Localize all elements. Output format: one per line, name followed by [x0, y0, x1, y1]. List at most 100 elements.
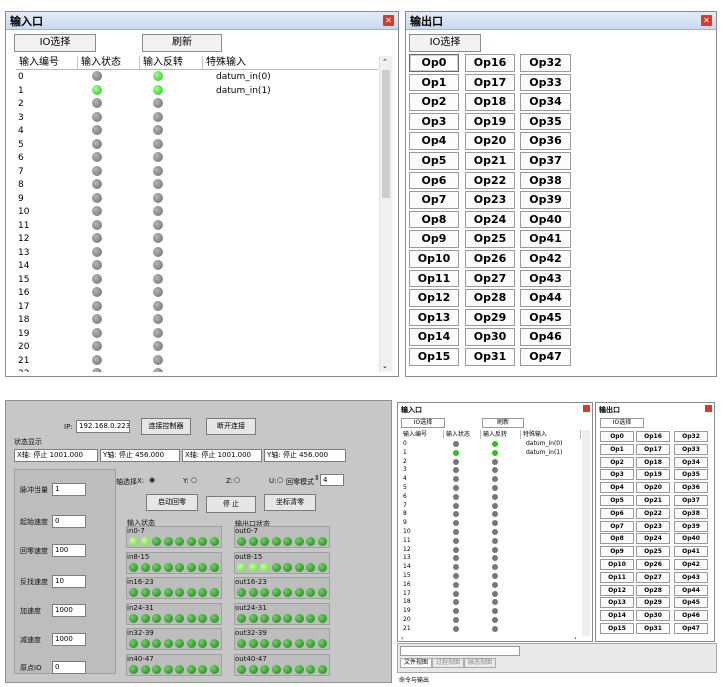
input-invert-led[interactable]	[153, 233, 163, 243]
mini-scrollbar[interactable]	[582, 430, 590, 636]
output-button[interactable]: Op3	[600, 469, 634, 481]
input-invert-led[interactable]	[153, 314, 163, 324]
table-row[interactable]: 13	[401, 554, 581, 563]
table-row[interactable]: 0 datum_in(0)	[401, 440, 581, 449]
output-button[interactable]: Op19	[465, 112, 515, 131]
table-row[interactable]: 12	[401, 546, 581, 555]
table-row[interactable]: 9	[401, 519, 581, 528]
input-invert-led[interactable]	[153, 125, 163, 135]
output-button[interactable]: Op28	[465, 289, 515, 307]
input-invert-led[interactable]	[153, 111, 163, 122]
output-button[interactable]: Op36	[520, 132, 571, 150]
table-row[interactable]: 18	[401, 598, 581, 607]
table-row[interactable]: 8	[16, 179, 378, 193]
table-row[interactable]: 13	[16, 246, 378, 261]
table-row[interactable]: 1 datum_in(1)	[16, 84, 378, 99]
table-row[interactable]: 19	[401, 607, 581, 616]
output-button[interactable]: Op27	[465, 269, 515, 288]
table-row[interactable]: 5	[401, 484, 581, 493]
input-table-scrollbar[interactable]: ⌃ ⌄	[379, 56, 392, 372]
table-row[interactable]: 14	[401, 563, 581, 572]
output-button[interactable]: Op47	[674, 623, 708, 634]
output-button[interactable]: Op37	[520, 152, 571, 170]
output-button[interactable]: Op35	[674, 469, 708, 481]
column-header[interactable]: 特殊输入	[521, 430, 581, 439]
output-button[interactable]: Op6	[409, 171, 459, 190]
radio-icon[interactable]: ○	[234, 476, 240, 484]
table-row[interactable]: 7	[401, 502, 581, 511]
home-mode-input[interactable]: 4	[320, 474, 344, 486]
output-button[interactable]: Op10	[600, 559, 634, 570]
output-button[interactable]: Op13	[600, 597, 634, 609]
input-invert-led[interactable]	[153, 327, 163, 338]
input-invert-led[interactable]	[492, 546, 498, 553]
table-row[interactable]: 12	[16, 233, 378, 247]
output-button[interactable]: Op6	[600, 507, 634, 519]
input-invert-led[interactable]	[492, 449, 498, 456]
input-invert-led[interactable]	[153, 152, 163, 162]
table-row[interactable]: 16	[16, 287, 378, 301]
input-invert-led[interactable]	[492, 625, 498, 632]
output-button[interactable]: Op20	[636, 482, 670, 494]
input-invert-led[interactable]	[153, 246, 163, 257]
output-button[interactable]: Op7	[409, 191, 459, 209]
output-button[interactable]: Op46	[674, 610, 708, 622]
table-row[interactable]: 11	[16, 219, 378, 234]
output-button[interactable]: Op42	[674, 559, 708, 570]
input-invert-led[interactable]	[492, 467, 498, 474]
refresh-button[interactable]: 刷新	[142, 34, 222, 52]
stop-button[interactable]: 停 止	[206, 496, 256, 513]
output-button[interactable]: Op17	[636, 443, 670, 455]
output-button[interactable]: Op1	[409, 73, 459, 92]
table-row[interactable]: 10	[401, 528, 581, 537]
table-row[interactable]: 11	[401, 537, 581, 546]
output-button[interactable]: Op5	[409, 152, 459, 170]
table-row[interactable]: 6	[16, 152, 378, 166]
table-row[interactable]: 21	[16, 354, 378, 369]
output-button[interactable]: Op0	[600, 431, 634, 442]
output-button[interactable]: Op27	[636, 571, 670, 583]
input-invert-led[interactable]	[153, 206, 163, 216]
output-button[interactable]: Op32	[520, 54, 571, 72]
scroll-down-icon[interactable]: ⌄	[382, 362, 388, 370]
ip-input[interactable]: 192.168.0.223	[76, 420, 130, 433]
radio-icon[interactable]: ○	[191, 476, 197, 484]
input-invert-led[interactable]	[153, 354, 163, 365]
axis-u[interactable]: U:	[269, 477, 276, 485]
column-header[interactable]: 输入反转	[481, 430, 521, 439]
output-button[interactable]: Op19	[636, 469, 670, 481]
output-button[interactable]: Op30	[636, 610, 670, 622]
input-invert-led[interactable]	[153, 84, 163, 95]
output-button[interactable]: Op17	[465, 73, 515, 92]
output-button[interactable]: Op18	[465, 93, 515, 111]
scrollbar-thumb[interactable]	[382, 70, 390, 198]
output-button[interactable]: Op23	[636, 520, 670, 532]
table-row[interactable]: 17	[16, 300, 378, 315]
radio-selected-icon[interactable]: ◉	[149, 476, 155, 484]
output-button[interactable]: Op34	[674, 456, 708, 468]
table-row[interactable]: 4	[16, 125, 378, 139]
output-button[interactable]: Op3	[409, 112, 459, 131]
output-button[interactable]: Op11	[600, 571, 634, 583]
output-button[interactable]: Op4	[409, 132, 459, 150]
output-button[interactable]: Op12	[409, 289, 459, 307]
output-button[interactable]: Op20	[465, 132, 515, 150]
output-button[interactable]: Op13	[409, 308, 459, 327]
input-invert-led[interactable]	[153, 300, 163, 311]
column-header[interactable]: 输入状态	[444, 430, 481, 439]
tab-2[interactable]: 脉态视图	[464, 658, 497, 668]
output-button[interactable]: Op0	[409, 54, 459, 72]
input-invert-led[interactable]	[492, 458, 498, 465]
disconnect-button[interactable]: 断开连接	[206, 418, 256, 435]
output-button[interactable]: Op41	[674, 546, 708, 558]
output-button[interactable]: Op31	[465, 348, 515, 366]
column-header[interactable]: 特殊输入	[203, 56, 378, 69]
output-button[interactable]: Op7	[600, 520, 634, 532]
param-input[interactable]: 1	[52, 483, 86, 496]
output-button[interactable]: Op29	[465, 308, 515, 327]
output-button[interactable]: Op14	[600, 610, 634, 622]
input-invert-led[interactable]	[153, 71, 163, 81]
output-button[interactable]: Op2	[409, 93, 459, 111]
output-button[interactable]: Op43	[674, 571, 708, 583]
output-button[interactable]: Op21	[465, 152, 515, 170]
